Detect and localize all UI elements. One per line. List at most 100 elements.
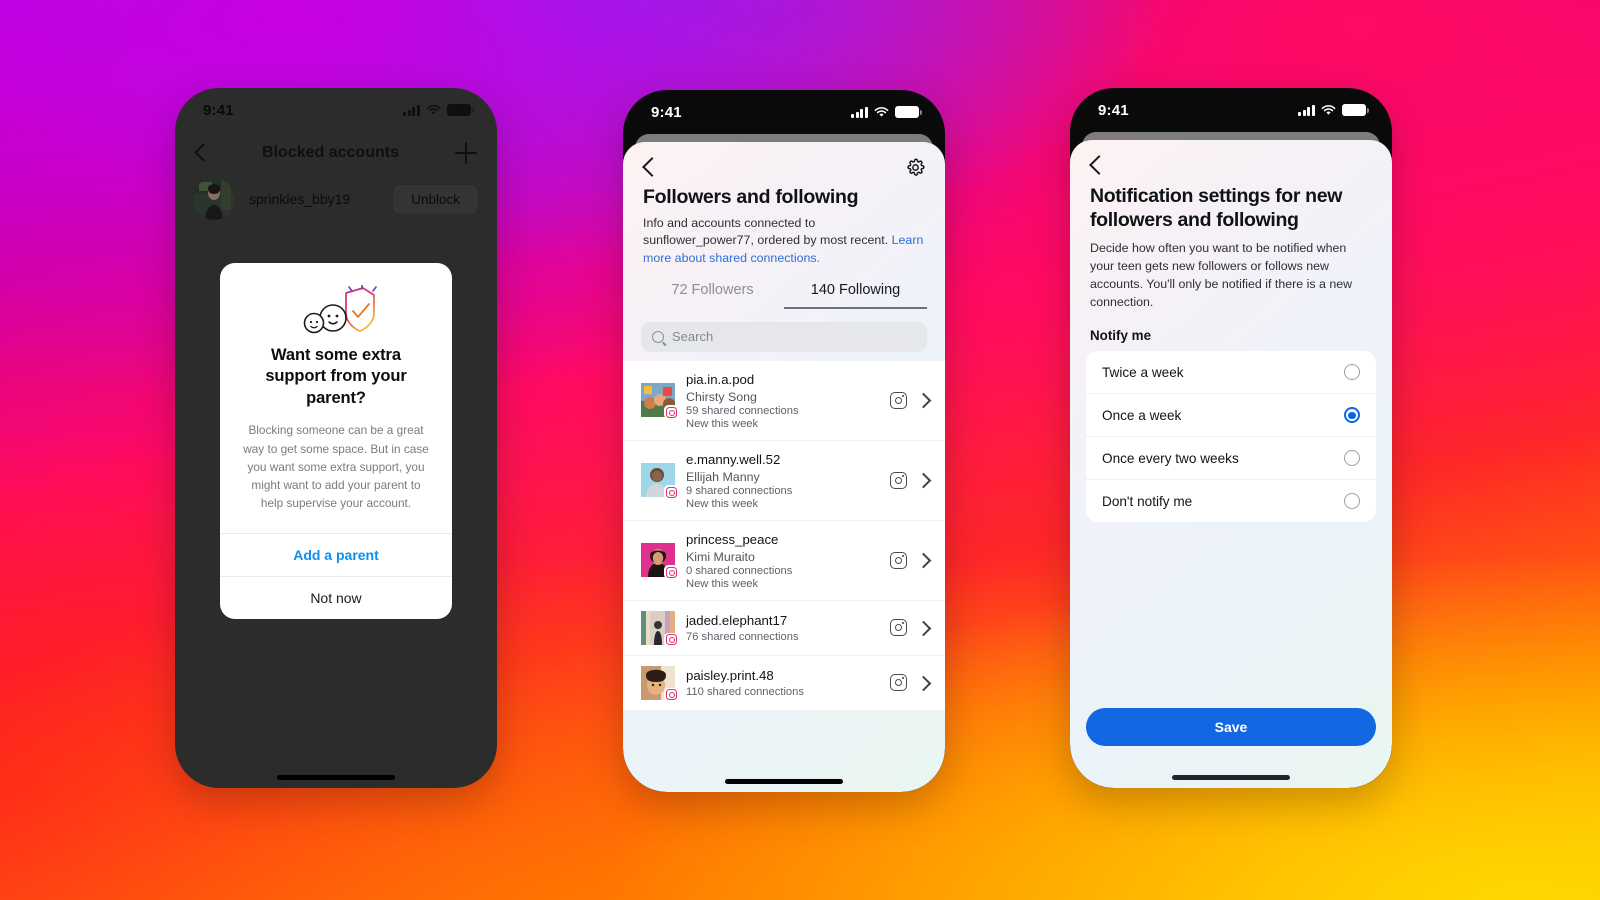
option-label: Once a week [1102, 407, 1182, 423]
instagram-icon [664, 485, 678, 500]
instagram-icon [664, 687, 678, 702]
page-subtitle: Decide how often you want to be notified… [1090, 241, 1353, 310]
chevron-right-icon[interactable] [918, 675, 927, 691]
followers-sheet: Followers and following Info and account… [623, 142, 945, 792]
status-bar: 9:41 [623, 90, 945, 134]
battery-icon [1342, 104, 1369, 116]
phone1-screen: 9:41 Blocked accounts sprinkles_bby19 Un… [175, 88, 497, 788]
list-item-actions [890, 391, 927, 409]
radio-button[interactable] [1344, 364, 1360, 381]
username: princess_peace [686, 531, 779, 547]
list-item-text: e.manny.well.52 Ellijah Manny 9 shared c… [686, 451, 879, 510]
list-item[interactable]: princess_peace Kimi Muraito 0 shared con… [623, 521, 945, 601]
list-item[interactable]: paisley.print.48 110 shared connections [623, 656, 945, 711]
radio-button[interactable] [1344, 450, 1360, 467]
chevron-right-icon[interactable] [918, 620, 927, 636]
page-title: Followers and following [643, 186, 859, 208]
list-item-text: paisley.print.48 110 shared connections [686, 667, 879, 698]
tab-following[interactable]: 140 Following [784, 282, 927, 309]
chevron-right-icon[interactable] [918, 472, 927, 488]
search-icon [652, 330, 664, 343]
modal-description: Blocking someone can be a great way to g… [243, 423, 429, 511]
instagram-icon[interactable] [890, 471, 907, 489]
option-label: Don't notify me [1102, 493, 1193, 509]
list-item-actions [890, 674, 927, 692]
new-badge: New this week [686, 577, 759, 590]
page-subtitle: Info and accounts connected to sunflower… [623, 210, 945, 268]
new-badge: New this week [686, 497, 759, 510]
home-indicator [1172, 775, 1290, 780]
subtitle-text: Info and accounts connected to sunflower… [643, 215, 889, 248]
search-input[interactable]: Search [641, 321, 927, 352]
add-a-parent-button[interactable]: Add a parent [220, 532, 452, 576]
shared-connections: 110 shared connections [686, 686, 804, 699]
section-label: Notify me [1090, 328, 1152, 344]
chevron-right-icon[interactable] [918, 552, 927, 568]
new-badge: New this week [686, 417, 759, 430]
avatar [641, 383, 678, 420]
username: pia.in.a.pod [686, 371, 755, 387]
list-item-text: pia.in.a.pod Chirsty Song 59 shared conn… [686, 371, 879, 430]
list-item-actions [890, 619, 927, 637]
list-item[interactable]: jaded.elephant17 76 shared connections [623, 601, 945, 656]
option-dont-notify-me[interactable]: Don't notify me [1086, 480, 1376, 522]
list-item-text: jaded.elephant17 76 shared connections [686, 612, 879, 643]
wifi-icon [874, 106, 889, 117]
modal-body: Want some extra support from your parent… [220, 263, 452, 533]
instagram-icon[interactable] [890, 619, 907, 637]
status-indicators [851, 106, 922, 118]
username: e.manny.well.52 [686, 451, 781, 467]
sheet-topbar [1070, 140, 1392, 180]
not-now-button[interactable]: Not now [220, 575, 452, 619]
notify-frequency-options: Twice a week Once a week Once every two … [1086, 351, 1376, 523]
tab-followers[interactable]: 72 Followers [641, 282, 784, 309]
chevron-left-icon[interactable] [643, 156, 655, 178]
home-indicator [277, 775, 395, 780]
list-item[interactable]: pia.in.a.pod Chirsty Song 59 shared conn… [623, 361, 945, 441]
gear-icon[interactable] [906, 158, 925, 177]
sheet-topbar [623, 142, 945, 182]
username: jaded.elephant17 [686, 613, 788, 629]
status-bar: 9:41 [1070, 88, 1392, 132]
option-label: Once every two weeks [1102, 450, 1239, 466]
chevron-left-icon[interactable] [1090, 154, 1102, 176]
save-button[interactable]: Save [1086, 708, 1376, 746]
modal-title: Want some extra support from your parent… [265, 346, 407, 407]
shared-connections: 0 shared connections [686, 564, 793, 577]
radio-button-selected[interactable] [1344, 407, 1360, 424]
tab-bar: 72 Followers 140 Following [623, 282, 945, 309]
option-once-every-two-weeks[interactable]: Once every two weeks [1086, 437, 1376, 481]
parent-supervision-shield-icon [240, 285, 432, 337]
avatar [641, 543, 678, 580]
avatar [641, 610, 678, 647]
chevron-right-icon[interactable] [918, 392, 927, 408]
shared-connections: 59 shared connections [686, 404, 799, 417]
username: paisley.print.48 [686, 668, 774, 684]
option-twice-a-week[interactable]: Twice a week [1086, 351, 1376, 395]
list-item-actions [890, 471, 927, 489]
phone-blocked-accounts: 9:41 Blocked accounts sprinkles_bby19 Un… [175, 88, 497, 788]
avatar [641, 665, 678, 702]
search-placeholder: Search [672, 329, 714, 345]
status-time: 9:41 [1098, 101, 1129, 119]
add-parent-modal: Want some extra support from your parent… [220, 263, 452, 619]
shared-connections: 9 shared connections [686, 484, 793, 497]
status-indicators [1298, 104, 1369, 116]
avatar [641, 463, 678, 500]
instagram-icon[interactable] [890, 391, 907, 409]
list-item-text: princess_peace Kimi Muraito 0 shared con… [686, 531, 879, 590]
list-item[interactable]: e.manny.well.52 Ellijah Manny 9 shared c… [623, 441, 945, 521]
cellular-bars-icon [1298, 104, 1315, 116]
instagram-icon [664, 405, 678, 420]
status-time: 9:41 [651, 103, 682, 121]
instagram-icon [664, 632, 678, 647]
instagram-icon[interactable] [890, 551, 907, 569]
list-item-actions [890, 551, 927, 569]
option-once-a-week[interactable]: Once a week [1086, 394, 1376, 438]
radio-button[interactable] [1344, 493, 1360, 510]
instagram-icon[interactable] [890, 674, 907, 692]
wifi-icon [1321, 104, 1336, 115]
full-name: Ellijah Manny [686, 469, 760, 484]
phone-followers-and-following: 9:41 Followers and following Info and ac… [623, 90, 945, 792]
battery-icon [895, 106, 922, 118]
